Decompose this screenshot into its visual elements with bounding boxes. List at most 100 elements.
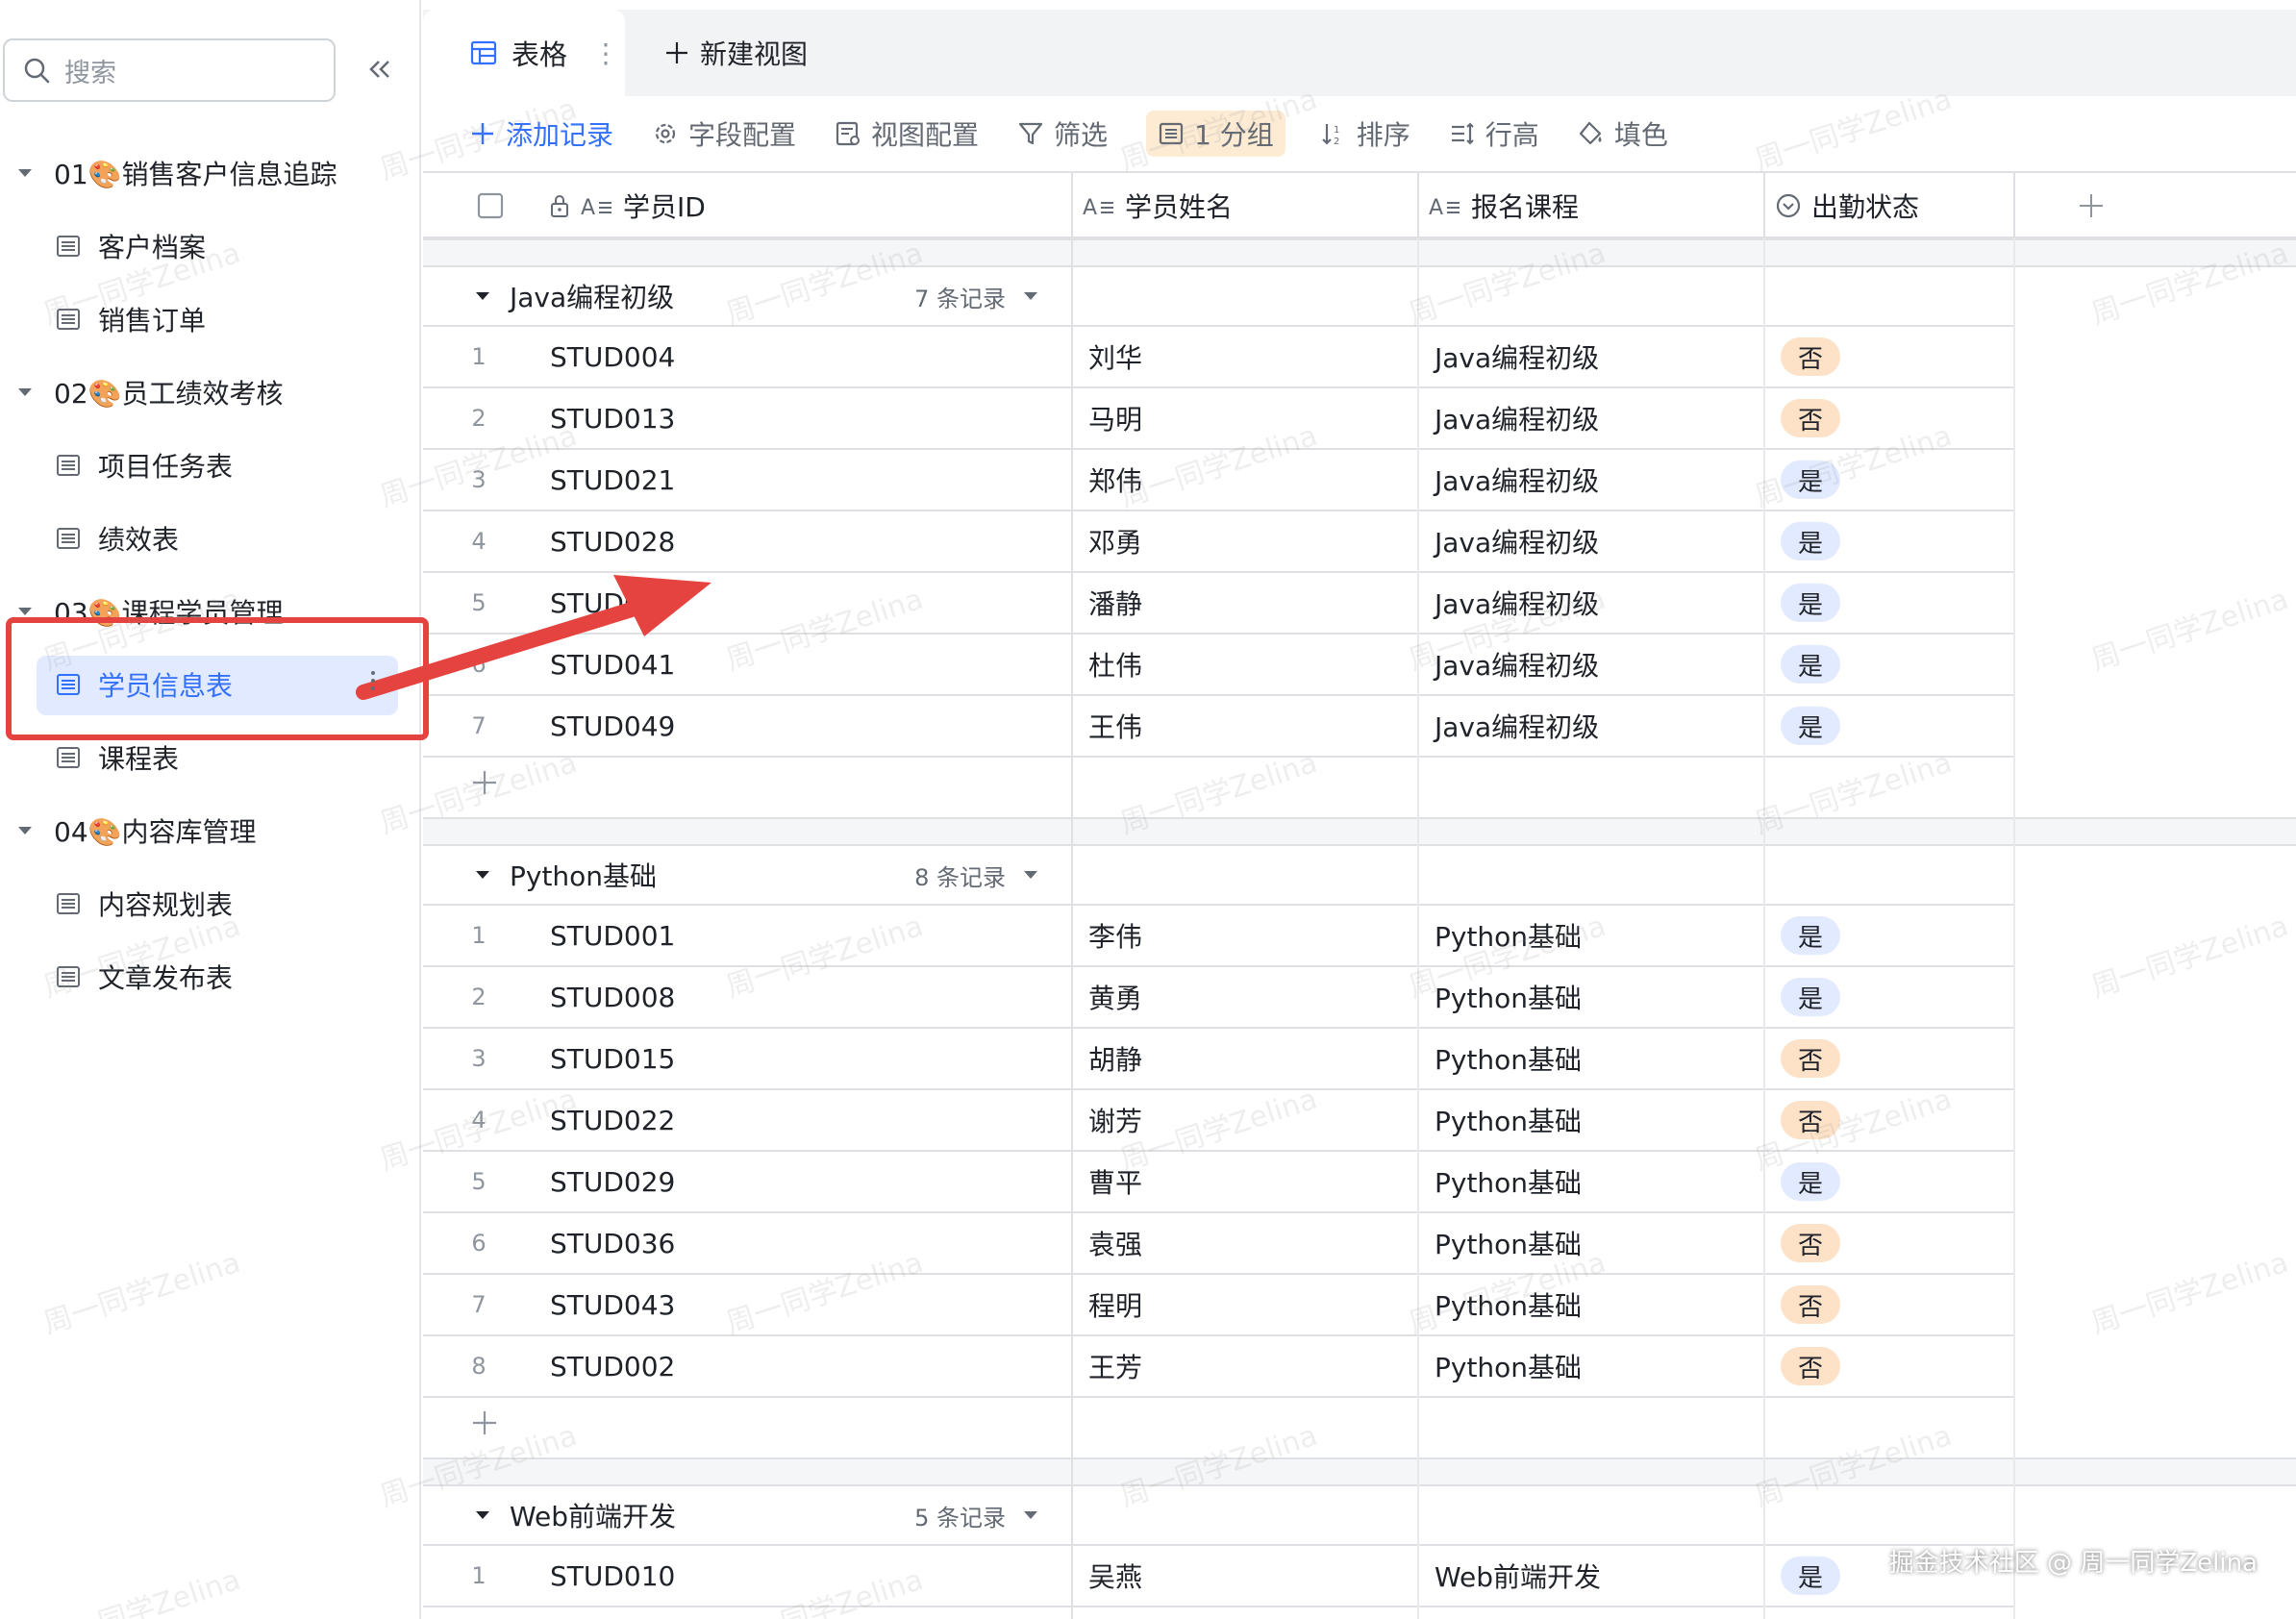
cell-attendance[interactable]: 否 — [1781, 388, 1840, 448]
group-header[interactable]: Java编程初级 7 条记录 — [423, 267, 1058, 325]
cell-student-name[interactable]: 袁强 — [1088, 1213, 1142, 1273]
caret-down-icon[interactable] — [1023, 1507, 1038, 1523]
cell-attendance[interactable]: 否 — [1781, 1213, 1840, 1273]
collapse-sidebar-button[interactable] — [360, 50, 398, 88]
cell-student-id[interactable]: STUD008 — [550, 967, 675, 1027]
cell-attendance[interactable]: 是 — [1781, 450, 1840, 510]
cell-course[interactable]: Python基础 — [1435, 1275, 1582, 1334]
add-row-button[interactable] — [469, 1407, 508, 1446]
cell-course[interactable]: Java编程初级 — [1435, 696, 1599, 756]
sidebar-item-table[interactable]: 销售订单 — [0, 283, 421, 356]
cell-student-id[interactable]: STUD036 — [550, 1213, 675, 1273]
column-header-attendance[interactable]: 出勤状态 — [1775, 173, 1919, 238]
cell-attendance[interactable]: 是 — [1781, 1152, 1840, 1211]
cell-course[interactable]: Java编程初级 — [1435, 388, 1599, 448]
group-button[interactable]: 1 分组 — [1146, 111, 1285, 157]
cell-course[interactable]: Python基础 — [1435, 906, 1582, 965]
row-height-button[interactable]: 行高 — [1449, 111, 1539, 157]
cell-student-id[interactable]: STUD013 — [550, 388, 675, 448]
table-row[interactable]: 8 STUD002 王芳 Python基础 否 — [423, 1336, 2013, 1398]
cell-attendance[interactable]: 是 — [1781, 906, 1840, 965]
field-config-button[interactable]: 字段配置 — [652, 111, 796, 157]
cell-student-id[interactable]: STUD043 — [550, 1275, 675, 1334]
cell-student-name[interactable]: 吴燕 — [1088, 1546, 1142, 1606]
cell-student-name[interactable]: 刘华 — [1088, 327, 1142, 386]
cell-attendance[interactable]: 是 — [1781, 1546, 1840, 1606]
select-all-checkbox[interactable] — [477, 173, 513, 238]
caret-down-icon[interactable] — [475, 867, 490, 883]
cell-attendance[interactable]: 否 — [1781, 1029, 1840, 1088]
cell-student-id[interactable]: STUD015 — [550, 1029, 675, 1088]
cell-student-name[interactable]: 李伟 — [1088, 906, 1142, 965]
cell-course[interactable]: Python基础 — [1435, 967, 1582, 1027]
table-row[interactable]: 4 STUD028 邓勇 Java编程初级 是 — [423, 511, 2013, 573]
column-header-student-id[interactable]: A 学员ID — [548, 173, 706, 238]
table-row[interactable]: 1 STUD001 李伟 Python基础 是 — [423, 906, 2013, 967]
cell-student-id[interactable]: STUD029 — [550, 1152, 675, 1211]
sidebar-item-table[interactable]: 客户档案 — [0, 210, 421, 283]
table-row[interactable]: 2 STUD013 马明 Java编程初级 否 — [423, 388, 2013, 450]
add-column-button[interactable] — [2077, 173, 2115, 238]
caret-down-icon[interactable] — [475, 288, 490, 304]
caret-down-icon[interactable] — [1023, 867, 1038, 883]
cell-student-id[interactable]: STUD022 — [550, 1090, 675, 1150]
cell-student-name[interactable]: 潘静 — [1088, 573, 1142, 633]
cell-student-id[interactable]: STUD002 — [550, 1336, 675, 1396]
tab-grid-view[interactable]: 表格 ⋮ — [423, 10, 625, 96]
new-view-button[interactable]: 新建视图 — [663, 10, 808, 96]
fill-color-button[interactable]: 填色 — [1578, 111, 1668, 157]
filter-button[interactable]: 筛选 — [1017, 111, 1108, 157]
sidebar-item-table[interactable]: 文章发布表 — [0, 940, 421, 1013]
cell-course[interactable]: Python基础 — [1435, 1336, 1582, 1396]
cell-student-name[interactable]: 王芳 — [1088, 1336, 1142, 1396]
table-row[interactable]: 1 STUD010 吴燕 Web前端开发 是 — [423, 1546, 2013, 1607]
table-row[interactable]: 4 STUD022 谢芳 Python基础 否 — [423, 1090, 2013, 1152]
more-vertical-icon[interactable] — [369, 669, 377, 692]
cell-student-name[interactable]: 王伟 — [1088, 696, 1142, 756]
cell-attendance[interactable]: 是 — [1781, 696, 1840, 756]
table-row[interactable]: 1 STUD004 刘华 Java编程初级 否 — [423, 327, 2013, 388]
cell-attendance[interactable]: 是 — [1781, 573, 1840, 633]
sidebar-item-table[interactable]: 绩效表 — [0, 502, 421, 575]
cell-attendance[interactable]: 否 — [1781, 327, 1840, 386]
add-record-button[interactable]: 添加记录 — [469, 111, 613, 157]
cell-course[interactable]: Java编程初级 — [1435, 327, 1599, 386]
table-row[interactable]: 3 STUD015 胡静 Python基础 否 — [423, 1029, 2013, 1090]
sidebar-item-table[interactable]: 内容规划表 — [0, 867, 421, 940]
cell-course[interactable]: Java编程初级 — [1435, 450, 1599, 510]
cell-course[interactable]: Python基础 — [1435, 1152, 1582, 1211]
view-config-button[interactable]: 视图配置 — [835, 111, 979, 157]
sidebar-item-table[interactable]: 项目任务表 — [0, 429, 421, 502]
cell-student-name[interactable]: 程明 — [1088, 1275, 1142, 1334]
folder-item[interactable]: 04🎨内容库管理 — [0, 794, 421, 867]
folder-item[interactable]: 02🎨员工绩效考核 — [0, 356, 421, 429]
cell-student-name[interactable]: 曹平 — [1088, 1152, 1142, 1211]
cell-attendance[interactable]: 否 — [1781, 1275, 1840, 1334]
cell-student-id[interactable]: STUD004 — [550, 327, 675, 386]
cell-attendance[interactable]: 是 — [1781, 967, 1840, 1027]
caret-down-icon[interactable] — [1023, 288, 1038, 304]
caret-down-icon[interactable] — [475, 1507, 490, 1523]
cell-course[interactable]: Python基础 — [1435, 1213, 1582, 1273]
add-row-button[interactable] — [469, 767, 508, 806]
search-input[interactable]: 搜索 — [3, 38, 336, 102]
tab-more-icon[interactable]: ⋮ — [592, 37, 619, 69]
cell-course[interactable]: Web前端开发 — [1435, 1546, 1601, 1606]
cell-attendance[interactable]: 是 — [1781, 635, 1840, 694]
cell-student-id[interactable]: STUD010 — [550, 1546, 675, 1606]
cell-course[interactable]: Python基础 — [1435, 1090, 1582, 1150]
column-header-course[interactable]: A 报名课程 — [1429, 173, 1579, 238]
sort-button[interactable]: 12 排序 — [1320, 111, 1410, 157]
cell-student-name[interactable]: 黄勇 — [1088, 967, 1142, 1027]
folder-item[interactable]: 01🎨销售客户信息追踪 — [0, 137, 421, 210]
table-row[interactable]: 7 STUD043 程明 Python基础 否 — [423, 1275, 2013, 1336]
cell-student-id[interactable]: STUD028 — [550, 511, 675, 571]
table-row[interactable]: 6 STUD036 袁强 Python基础 否 — [423, 1213, 2013, 1275]
cell-course[interactable]: Java编程初级 — [1435, 635, 1599, 694]
cell-course[interactable]: Java编程初级 — [1435, 511, 1599, 571]
table-row[interactable]: 2 STUD008 黄勇 Python基础 是 — [423, 967, 2013, 1029]
group-header[interactable]: Web前端开发 5 条记录 — [423, 1486, 1058, 1544]
cell-student-name[interactable]: 胡静 — [1088, 1029, 1142, 1088]
cell-course[interactable]: Python基础 — [1435, 1029, 1582, 1088]
cell-student-name[interactable]: 马明 — [1088, 388, 1142, 448]
